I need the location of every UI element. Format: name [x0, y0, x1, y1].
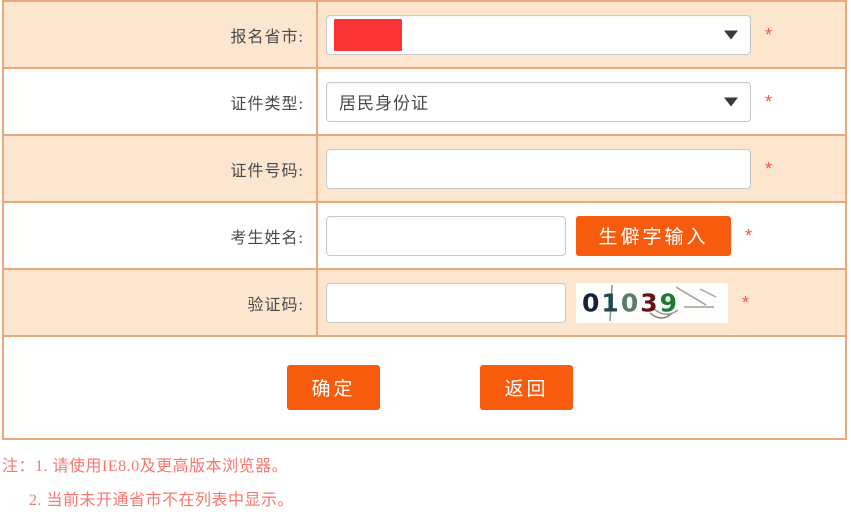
captcha-char-4: 3 [640, 288, 660, 317]
label-province: 报名省市: [3, 1, 318, 69]
province-select[interactable] [326, 14, 751, 55]
captcha-char-2: 1 [601, 288, 621, 317]
captcha-char-3: 0 [620, 288, 641, 317]
form-row-id-number: 证件号码: * [3, 135, 846, 203]
redaction-block [334, 18, 402, 51]
id-type-selected-value: 居民身份证 [339, 94, 429, 113]
form-row-actions: 确定 返回 [3, 336, 846, 440]
form-row-captcha: 验证码: 01039 * [3, 269, 846, 337]
note-line-1: 注：1. 请使用IE8.0及更高版本浏览器。 [2, 450, 851, 484]
captcha-input[interactable] [326, 282, 566, 323]
footer-notes: 注：1. 请使用IE8.0及更高版本浏览器。 2. 当前未开通省市不在列表中显示… [0, 440, 851, 518]
back-button[interactable]: 返回 [480, 365, 573, 410]
candidate-name-input[interactable] [326, 215, 566, 256]
form-row-province: 报名省市: * [3, 1, 846, 69]
chevron-down-icon [724, 97, 738, 106]
note-prefix: 注： [2, 458, 36, 475]
chevron-down-icon [724, 30, 738, 39]
required-asterisk: * [765, 91, 773, 112]
captcha-image[interactable]: 01039 [576, 282, 728, 323]
note-line-2: 2. 当前未开通省市不在列表中显示。 [29, 492, 295, 509]
captcha-char-5: 9 [659, 288, 680, 317]
id-type-select[interactable]: 居民身份证 [326, 81, 751, 122]
required-asterisk: * [745, 225, 753, 246]
label-captcha: 验证码: [3, 269, 318, 337]
required-asterisk: * [765, 158, 773, 179]
captcha-char-1: 0 [582, 288, 602, 317]
note-text-1: 1. 请使用IE8.0及更高版本浏览器。 [35, 458, 289, 475]
label-id-number: 证件号码: [3, 135, 318, 203]
form-row-candidate-name: 考生姓名: 生僻字输入 * [3, 202, 846, 270]
label-id-type: 证件类型: [3, 68, 318, 136]
confirm-button[interactable]: 确定 [287, 365, 380, 410]
id-number-input[interactable] [326, 148, 751, 189]
registration-form-table: 报名省市: * 证件类型: 居民身份证 * 证件号码: * 考生姓名: 生僻字输… [2, 0, 847, 440]
form-row-id-type: 证件类型: 居民身份证 * [3, 68, 846, 136]
required-asterisk: * [765, 24, 773, 45]
label-candidate-name: 考生姓名: [3, 202, 318, 270]
registration-form-page: 报名省市: * 证件类型: 居民身份证 * 证件号码: * 考生姓名: 生僻字输… [0, 0, 851, 520]
rare-character-input-button[interactable]: 生僻字输入 [576, 215, 731, 256]
required-asterisk: * [742, 292, 750, 313]
captcha-characters: 01039 [582, 288, 679, 317]
